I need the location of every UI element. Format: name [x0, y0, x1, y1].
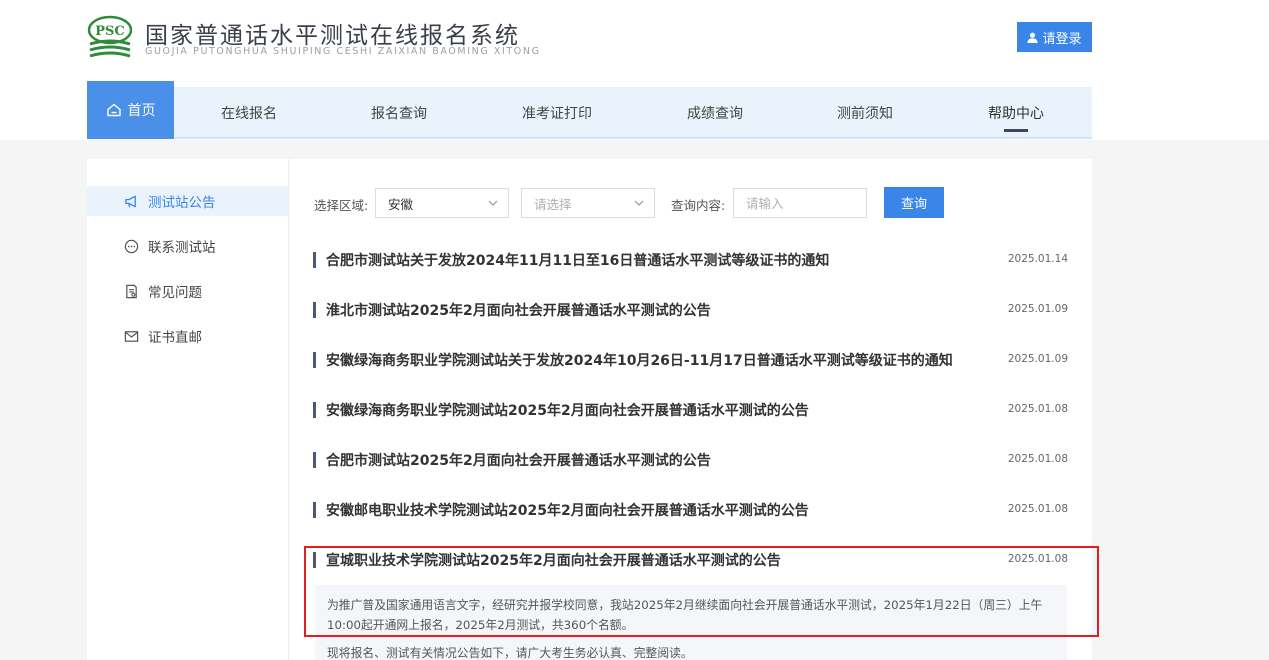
notice-item[interactable]: 安徽邮电职业技术学院测试站2025年2月面向社会开展普通话水平测试的公告 202…	[313, 498, 1068, 522]
nav-online-registration[interactable]: 在线报名	[195, 87, 303, 139]
region-label: 选择区域:	[314, 198, 369, 213]
city-select[interactable]: 请选择	[521, 188, 655, 218]
province-select[interactable]: 安徽	[375, 188, 509, 218]
home-icon	[106, 103, 121, 117]
notice-item[interactable]: 安徽绿海商务职业学院测试站关于发放2024年10月26日-11月17日普通话水平…	[313, 348, 1068, 372]
sidebar-item-faq[interactable]: 常见问题	[87, 276, 288, 306]
notice-title[interactable]: 合肥市测试站关于发放2024年11月11日至16日普通话水平测试等级证书的通知	[326, 250, 829, 270]
nav-score-query[interactable]: 成绩查询	[661, 87, 769, 139]
notice-item[interactable]: 安徽绿海商务职业学院测试站2025年2月面向社会开展普通话水平测试的公告 202…	[313, 398, 1068, 422]
notice-date: 2025.01.08	[1007, 453, 1068, 465]
login-label: 请登录	[1042, 31, 1082, 47]
sidebar-item-contact-station[interactable]: 联系测试站	[87, 231, 288, 261]
mail-icon	[124, 330, 139, 342]
chat-icon	[124, 239, 139, 253]
nav-pretest-notes[interactable]: 测前须知	[811, 87, 919, 139]
notice-summary: 为推广普及国家通用语言文字，经研究并报学校同意，我站2025年2月继续面向社会开…	[315, 585, 1067, 660]
notice-date: 2025.01.09	[1007, 353, 1068, 365]
summary-paragraph: 为推广普及国家通用语言文字，经研究并报学校同意，我站2025年2月继续面向社会开…	[327, 598, 1043, 632]
notice-title[interactable]: 宣城职业技术学院测试站2025年2月面向社会开展普通话水平测试的公告	[326, 550, 781, 570]
site-subtitle: GUOJIA PUTONGHUA SHUIPING CESHI ZAIXIAN …	[145, 46, 541, 57]
notice-title[interactable]: 合肥市测试站2025年2月面向社会开展普通话水平测试的公告	[326, 450, 711, 470]
sidebar-item-station-notices[interactable]: 测试站公告	[87, 186, 288, 216]
notice-date: 2025.01.08	[1007, 403, 1068, 415]
city-select-placeholder: 请选择	[534, 196, 572, 212]
notice-marker	[313, 502, 316, 518]
notice-marker	[313, 302, 316, 318]
sidebar-item-label: 测试站公告	[148, 195, 216, 211]
nav-registration-query[interactable]: 报名查询	[345, 87, 453, 139]
query-content-label: 查询内容:	[671, 198, 726, 213]
chevron-down-icon	[634, 200, 644, 206]
notice-date: 2025.01.09	[1007, 303, 1068, 315]
notice-title[interactable]: 安徽绿海商务职业学院测试站2025年2月面向社会开展普通话水平测试的公告	[326, 400, 809, 420]
document-icon	[126, 284, 137, 298]
notice-title[interactable]: 安徽邮电职业技术学院测试站2025年2月面向社会开展普通话水平测试的公告	[326, 500, 809, 520]
svg-text:PSC: PSC	[95, 24, 125, 39]
main-nav: 首页 在线报名 报名查询 准考证打印 成绩查询 测前须知 帮助中心	[87, 81, 1092, 139]
query-button[interactable]: 查询	[884, 187, 944, 218]
user-icon	[1027, 32, 1039, 43]
notice-item-expanded[interactable]: 宣城职业技术学院测试站2025年2月面向社会开展普通话水平测试的公告 2025.…	[313, 548, 1068, 572]
province-select-value: 安徽	[388, 196, 414, 212]
notice-title[interactable]: 安徽绿海商务职业学院测试站关于发放2024年10月26日-11月17日普通话水平…	[326, 350, 953, 370]
chevron-down-icon	[488, 200, 498, 206]
psc-logo-icon: PSC	[87, 15, 133, 58]
summary-paragraph: 现将报名、测试有关情况公告如下，请广大考生务必认真、完整阅读。	[327, 646, 693, 660]
sidebar-item-label: 联系测试站	[148, 240, 216, 256]
nav-home[interactable]: 首页	[87, 81, 174, 139]
notice-item[interactable]: 合肥市测试站关于发放2024年11月11日至16日普通话水平测试等级证书的通知 …	[313, 248, 1068, 272]
notice-date: 2025.01.14	[1007, 253, 1068, 265]
nav-home-label: 首页	[127, 103, 156, 119]
notice-marker	[313, 402, 316, 418]
notice-title[interactable]: 淮北市测试站2025年2月面向社会开展普通话水平测试的公告	[326, 300, 711, 320]
sidebar: 测试站公告 联系测试站 常见问题 证书直邮	[87, 159, 289, 660]
sidebar-item-label: 常见问题	[148, 285, 202, 301]
notice-date: 2025.01.08	[1007, 503, 1068, 515]
notice-marker	[313, 452, 316, 468]
site-title: 国家普通话水平测试在线报名系统	[145, 23, 520, 49]
notice-marker	[313, 352, 316, 368]
notice-item[interactable]: 淮北市测试站2025年2月面向社会开展普通话水平测试的公告 2025.01.09	[313, 298, 1068, 322]
sidebar-item-certificate-mail[interactable]: 证书直邮	[87, 321, 288, 351]
megaphone-icon	[125, 195, 136, 207]
notice-marker	[313, 552, 316, 568]
notice-date: 2025.01.08	[1007, 553, 1068, 565]
login-button[interactable]: 请登录	[1017, 22, 1092, 52]
notice-item[interactable]: 合肥市测试站2025年2月面向社会开展普通话水平测试的公告 2025.01.08	[313, 448, 1068, 472]
sidebar-item-label: 证书直邮	[148, 330, 202, 346]
notice-marker	[313, 252, 316, 268]
query-input[interactable]	[733, 188, 867, 218]
site-logo[interactable]: PSC 国家普通话水平测试在线报名系统 GUOJIA PUTONGHUA SHU…	[87, 14, 547, 62]
nav-admission-ticket[interactable]: 准考证打印	[502, 87, 612, 139]
nav-help-center[interactable]: 帮助中心	[962, 87, 1070, 139]
content-panel: 测试站公告 联系测试站 常见问题 证书直邮 选择区域: 安徽 请选择 查询内容:…	[87, 159, 1092, 660]
